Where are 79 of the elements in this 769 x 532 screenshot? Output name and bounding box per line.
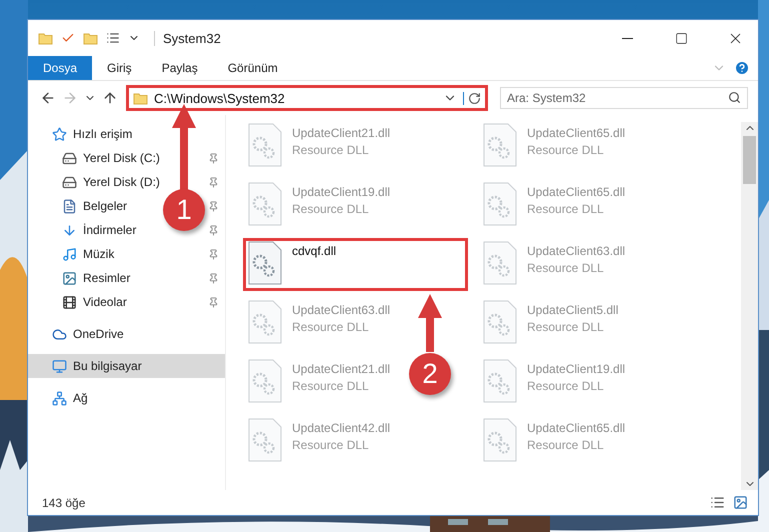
sidebar-item[interactable]: Müzik — [62, 246, 114, 262]
sidebar-icon — [62, 294, 77, 310]
refresh-icon[interactable] — [463, 92, 481, 104]
file-type: Resource DLL — [527, 320, 605, 334]
forward-icon — [62, 90, 78, 106]
pin-icon[interactable] — [208, 224, 219, 236]
sidebar-item[interactable]: Ağ — [28, 386, 225, 410]
window-title: System32 — [154, 30, 221, 46]
file-type: Resource DLL — [527, 143, 605, 157]
ribbon-tab[interactable]: Dosya — [28, 56, 92, 80]
sidebar-item[interactable]: Resimler — [62, 270, 130, 286]
pin-icon[interactable] — [208, 272, 219, 284]
sidebar-icon — [52, 326, 67, 342]
sidebar-icon — [62, 150, 77, 166]
pin-icon[interactable] — [208, 152, 219, 164]
ribbon-tab[interactable]: Giriş — [92, 56, 147, 80]
address-field[interactable]: C:\Windows\System32 — [126, 85, 488, 111]
details-view-icon[interactable] — [710, 495, 725, 510]
sidebar-icon — [62, 270, 77, 286]
file-type: Resource DLL — [292, 379, 370, 393]
file-item[interactable]: cdvqf.dll — [243, 238, 468, 291]
search-field[interactable]: Ara: System32 — [500, 87, 748, 109]
maximize-icon — [674, 32, 688, 44]
sidebar-icon — [52, 126, 67, 142]
file-type: Resource DLL — [527, 261, 605, 275]
file-name: UpdateClient19.dll — [527, 362, 626, 376]
file-name: UpdateClient65.dll — [527, 185, 626, 199]
new-folder-icon — [83, 30, 98, 46]
file-name: UpdateClient21.dll — [292, 362, 390, 376]
help-icon — [734, 60, 750, 76]
file-name: UpdateClient63.dll — [527, 244, 626, 258]
sidebar-item[interactable]: Hızlı erişim — [28, 122, 225, 146]
pin-icon[interactable] — [208, 176, 219, 188]
file-type: Resource DLL — [527, 379, 605, 393]
sidebar-item[interactable]: Belgeler — [62, 198, 128, 214]
sidebar-item[interactable]: Bu bilgisayar — [28, 354, 225, 378]
file-name: UpdateClient19.dll — [292, 185, 390, 199]
file-type: Resource DLL — [292, 320, 370, 334]
up-button[interactable] — [102, 90, 118, 106]
sidebar-icon — [62, 174, 77, 190]
file-type: Resource DLL — [292, 143, 370, 157]
file-type: Resource DLL — [292, 438, 370, 452]
file-name: UpdateClient42.dll — [292, 421, 390, 435]
sidebar-item[interactable]: Videolar — [62, 294, 127, 310]
file-type: Resource DLL — [527, 202, 605, 216]
sidebar-icon — [62, 222, 77, 238]
pin-icon[interactable] — [208, 200, 219, 212]
item-count: 143 öğe — [42, 496, 86, 510]
file-name: UpdateClient65.dll — [527, 421, 626, 435]
pin-icon[interactable] — [208, 248, 219, 260]
scrollbar[interactable] — [741, 122, 758, 490]
ribbon-tab[interactable]: Paylaş — [146, 56, 213, 80]
file-name: UpdateClient5.dll — [527, 303, 618, 317]
sidebar-item[interactable]: OneDrive — [28, 322, 225, 346]
file-name: cdvqf.dll — [292, 244, 336, 258]
sidebar-icon — [52, 390, 67, 406]
annotation-arrow — [418, 294, 442, 352]
file-type: Resource DLL — [292, 202, 370, 216]
back-icon — [40, 90, 56, 106]
search-icon — [728, 91, 741, 104]
file-name: UpdateClient21.dll — [292, 126, 390, 140]
pin-icon[interactable] — [208, 296, 219, 308]
scroll-thumb[interactable] — [743, 136, 756, 184]
sidebar-icon — [52, 358, 67, 374]
properties-icon[interactable] — [106, 31, 120, 45]
sidebar-item[interactable]: Yerel Disk (C:) — [62, 150, 160, 166]
file-name: UpdateClient63.dll — [292, 303, 390, 317]
back-button[interactable] — [40, 90, 56, 106]
ribbon-tab[interactable]: Görünüm — [212, 56, 293, 80]
sidebar-item[interactable]: Yerel Disk (D:) — [62, 174, 160, 190]
folder-icon — [133, 90, 148, 106]
sidebar-icon — [62, 246, 77, 262]
sidebar-icon — [62, 198, 77, 214]
large-icons-view-icon[interactable] — [733, 495, 748, 510]
sidebar-item[interactable]: İndirmeler — [62, 222, 136, 238]
forward-button[interactable] — [62, 90, 78, 106]
folder-icon — [38, 30, 53, 46]
file-name: UpdateClient65.dll — [527, 126, 626, 140]
file-type: Resource DLL — [527, 438, 605, 452]
